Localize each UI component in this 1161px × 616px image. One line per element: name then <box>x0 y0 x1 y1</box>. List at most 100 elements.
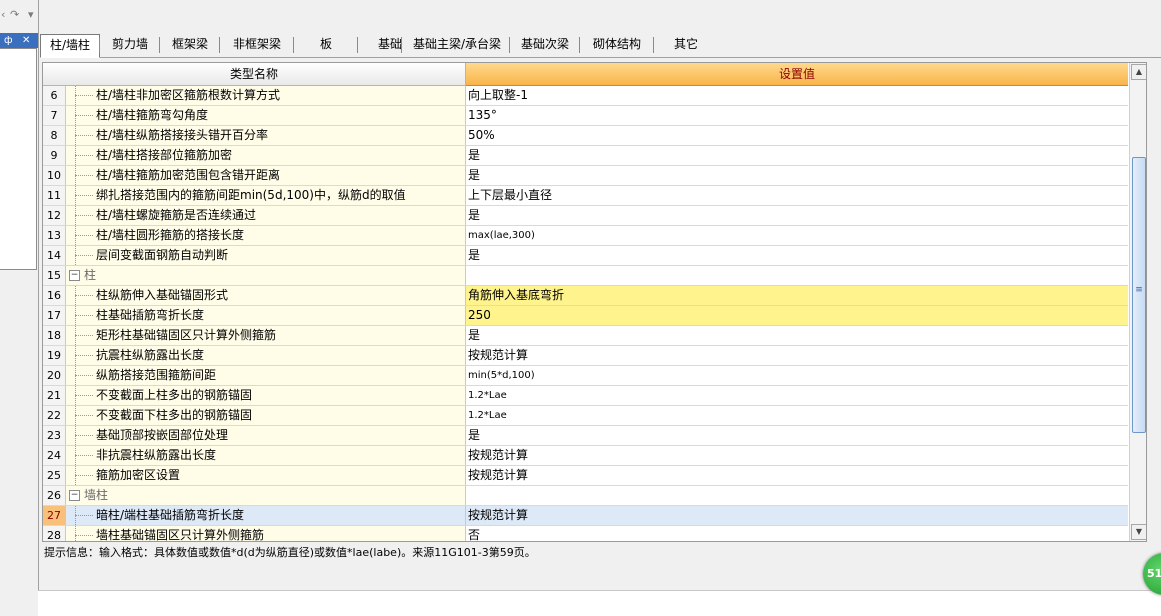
table-row[interactable]: 17 柱基础插筋弯折长度 250 <box>43 306 1128 326</box>
table-row[interactable]: 10 柱/墙柱箍筋加密范围包含错开距离 是 <box>43 166 1128 186</box>
row-value-cell[interactable]: 按规范计算 <box>466 506 1128 525</box>
pin-icon[interactable]: ф <box>4 33 13 48</box>
row-value-cell[interactable]: 按规范计算 <box>466 466 1128 485</box>
table-row[interactable]: 28 墙柱基础锚固区只计算外侧箍筋 否 <box>43 526 1128 541</box>
row-value-cell[interactable]: 1.2*Lae <box>466 386 1128 405</box>
table-row[interactable]: 9 柱/墙柱搭接部位箍筋加密 是 <box>43 146 1128 166</box>
row-name-cell[interactable]: 基础顶部按嵌固部位处理 <box>66 426 466 445</box>
row-name-cell[interactable]: − 柱 <box>66 266 466 285</box>
table-row[interactable]: 14 层间变截面钢筋自动判断 是 <box>43 246 1128 266</box>
row-name-cell[interactable]: 墙柱基础锚固区只计算外侧箍筋 <box>66 526 466 541</box>
row-value-cell[interactable]: 向上取整-1 <box>466 86 1128 105</box>
close-icon[interactable]: ✕ <box>22 33 30 48</box>
tree-connector-icon <box>75 446 95 465</box>
row-name-cell[interactable]: 暗柱/端柱基础插筋弯折长度 <box>66 506 466 525</box>
row-value-cell[interactable]: 是 <box>466 166 1128 185</box>
row-name-cell[interactable]: 柱/墙柱搭接部位箍筋加密 <box>66 146 466 165</box>
row-value-cell[interactable]: min(5*d,100) <box>466 366 1128 385</box>
table-row[interactable]: 12 柱/墙柱螺旋箍筋是否连续通过 是 <box>43 206 1128 226</box>
row-value-cell[interactable] <box>466 486 1128 505</box>
tab-8[interactable]: 砌体结构 <box>582 34 652 55</box>
table-row[interactable]: 8 柱/墙柱纵筋搭接接头错开百分率 50% <box>43 126 1128 146</box>
tab-4[interactable]: 板 <box>296 34 356 55</box>
collapse-icon[interactable]: − <box>69 490 80 501</box>
scroll-thumb[interactable]: ≡ <box>1132 157 1146 433</box>
table-row[interactable]: 24 非抗震柱纵筋露出长度 按规范计算 <box>43 446 1128 466</box>
row-label: 矩形柱基础锚固区只计算外侧箍筋 <box>96 328 277 342</box>
row-value-cell[interactable]: 50% <box>466 126 1128 145</box>
row-value-cell[interactable]: 135° <box>466 106 1128 125</box>
bottom-panel <box>38 590 1161 616</box>
row-value-cell[interactable]: 按规范计算 <box>466 346 1128 365</box>
row-name-cell[interactable]: 柱/墙柱箍筋加密范围包含错开距离 <box>66 166 466 185</box>
tab-9[interactable]: 其它 <box>656 34 716 55</box>
tab-6[interactable]: 基础主梁/承台梁 <box>404 34 510 55</box>
table-row[interactable]: 6 柱/墙柱非加密区箍筋根数计算方式 向上取整-1 <box>43 86 1128 106</box>
row-value-cell[interactable]: 是 <box>466 326 1128 345</box>
settings-grid: 类型名称 设置值 6 柱/墙柱非加密区箍筋根数计算方式 向上取整-1 7 柱/墙柱箍筋弯… <box>42 62 1147 542</box>
table-row[interactable]: 7 柱/墙柱箍筋弯勾角度 135° <box>43 106 1128 126</box>
row-name-cell[interactable]: 纵筋搭接范围箍筋间距 <box>66 366 466 385</box>
redo-icon[interactable]: ↷ <box>10 8 19 21</box>
table-row[interactable]: 18 矩形柱基础锚固区只计算外侧箍筋 是 <box>43 326 1128 346</box>
row-name-cell[interactable]: 抗震柱纵筋露出长度 <box>66 346 466 365</box>
row-value-cell[interactable]: 1.2*Lae <box>466 406 1128 425</box>
tree-connector-icon <box>75 306 95 325</box>
table-row[interactable]: 21 不变截面上柱多出的钢筋锚固 1.2*Lae <box>43 386 1128 406</box>
row-value-cell[interactable]: 是 <box>466 206 1128 225</box>
row-name-cell[interactable]: 柱/墙柱螺旋箍筋是否连续通过 <box>66 206 466 225</box>
vertical-scrollbar[interactable]: ▲ ≡ ▼ <box>1129 63 1146 541</box>
row-name-cell[interactable]: 绑扎搭接范围内的箍筋间距min(5d,100)中，纵筋d的取值 <box>66 186 466 205</box>
row-label: 非抗震柱纵筋露出长度 <box>96 448 217 462</box>
tab-1[interactable]: 剪力墙 <box>102 34 158 55</box>
row-value-cell[interactable]: 是 <box>466 246 1128 265</box>
table-row[interactable]: 25 箍筋加密区设置 按规范计算 <box>43 466 1128 486</box>
row-name-cell[interactable]: 柱纵筋伸入基础锚固形式 <box>66 286 466 305</box>
table-row[interactable]: 23 基础顶部按嵌固部位处理 是 <box>43 426 1128 446</box>
row-value-cell[interactable]: 按规范计算 <box>466 446 1128 465</box>
scroll-down-button[interactable]: ▼ <box>1131 524 1146 540</box>
table-row[interactable]: 13 柱/墙柱圆形箍筋的搭接长度 max(lae,300) <box>43 226 1128 246</box>
row-value-cell[interactable]: 是 <box>466 146 1128 165</box>
row-name-cell[interactable]: 柱/墙柱圆形箍筋的搭接长度 <box>66 226 466 245</box>
collapse-icon[interactable]: − <box>69 270 80 281</box>
tab-7[interactable]: 基础次梁 <box>512 34 578 55</box>
row-value-cell[interactable]: 250 <box>466 306 1128 325</box>
row-number: 12 <box>43 206 66 225</box>
status-badge[interactable]: 51 <box>1143 553 1161 595</box>
row-name-cell[interactable]: 不变截面上柱多出的钢筋锚固 <box>66 386 466 405</box>
table-row[interactable]: 19 抗震柱纵筋露出长度 按规范计算 <box>43 346 1128 366</box>
row-value-cell[interactable]: 是 <box>466 426 1128 445</box>
group-row[interactable]: 15− 柱 <box>43 266 1128 286</box>
table-row[interactable]: 16 柱纵筋伸入基础锚固形式 角筋伸入基底弯折 <box>43 286 1128 306</box>
tab-0[interactable]: 柱/墙柱 <box>40 34 100 58</box>
tab-3[interactable]: 非框架梁 <box>222 34 292 55</box>
row-name-cell[interactable]: 柱/墙柱纵筋搭接接头错开百分率 <box>66 126 466 145</box>
table-row[interactable]: 27 暗柱/端柱基础插筋弯折长度 按规范计算 <box>43 506 1128 526</box>
row-name-cell[interactable]: 柱基础插筋弯折长度 <box>66 306 466 325</box>
chevron-down-icon[interactable]: ▾ <box>28 8 34 21</box>
group-row[interactable]: 26− 墙柱 <box>43 486 1128 506</box>
row-value-cell[interactable]: max(lae,300) <box>466 226 1128 245</box>
row-name-cell[interactable]: 柱/墙柱非加密区箍筋根数计算方式 <box>66 86 466 105</box>
row-number: 13 <box>43 226 66 245</box>
row-name-cell[interactable]: 矩形柱基础锚固区只计算外侧箍筋 <box>66 326 466 345</box>
row-name-cell[interactable]: 柱/墙柱箍筋弯勾角度 <box>66 106 466 125</box>
scroll-up-button[interactable]: ▲ <box>1131 64 1146 80</box>
table-row[interactable]: 22 不变截面下柱多出的钢筋锚固 1.2*Lae <box>43 406 1128 426</box>
row-name-cell[interactable]: − 墙柱 <box>66 486 466 505</box>
row-name-cell[interactable]: 箍筋加密区设置 <box>66 466 466 485</box>
table-row[interactable]: 11 绑扎搭接范围内的箍筋间距min(5d,100)中，纵筋d的取值 上下层最小直径 <box>43 186 1128 206</box>
tree-connector-icon <box>75 226 95 245</box>
row-value-cell[interactable] <box>466 266 1128 285</box>
row-value-cell[interactable]: 否 <box>466 526 1128 541</box>
table-row[interactable]: 20 纵筋搭接范围箍筋间距 min(5*d,100) <box>43 366 1128 386</box>
row-value-cell[interactable]: 角筋伸入基底弯折 <box>466 286 1128 305</box>
row-name-cell[interactable]: 不变截面下柱多出的钢筋锚固 <box>66 406 466 425</box>
row-name-cell[interactable]: 非抗震柱纵筋露出长度 <box>66 446 466 465</box>
back-icon[interactable]: ‹ <box>1 8 5 21</box>
row-name-cell[interactable]: 层间变截面钢筋自动判断 <box>66 246 466 265</box>
tab-2[interactable]: 框架梁 <box>162 34 218 55</box>
row-number: 24 <box>43 446 66 465</box>
row-value-cell[interactable]: 上下层最小直径 <box>466 186 1128 205</box>
